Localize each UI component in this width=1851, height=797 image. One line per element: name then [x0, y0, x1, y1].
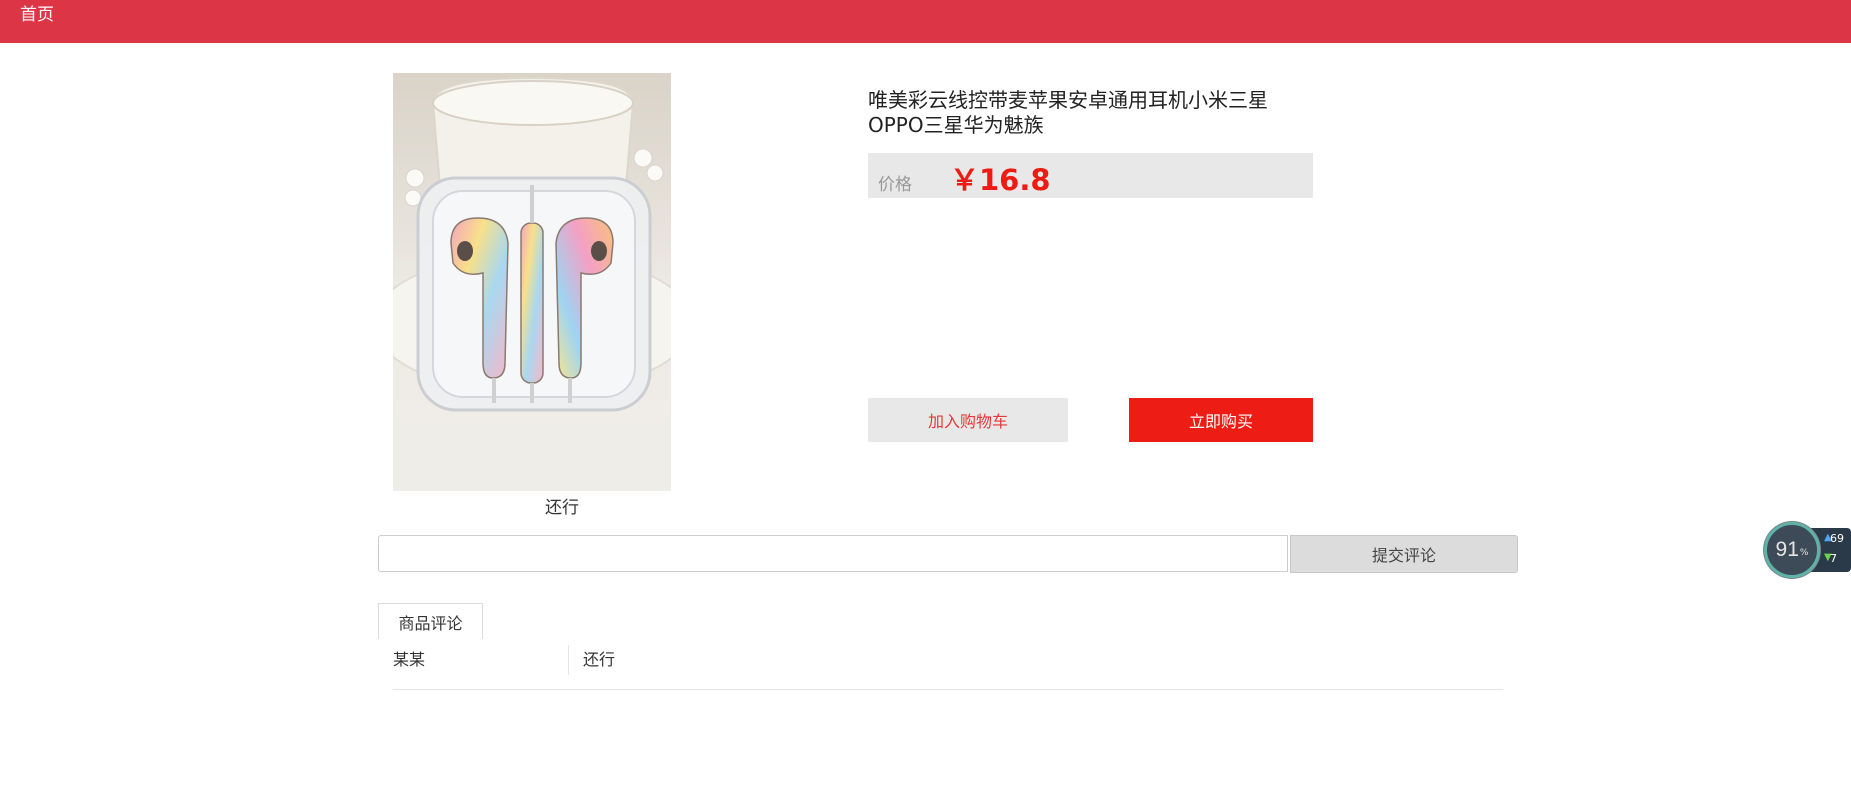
comment-text: 还行 — [583, 650, 616, 669]
price-value: ￥16.8 — [950, 163, 1051, 197]
top-navbar: 首页 — [0, 0, 1851, 43]
comment-user: 某某 — [393, 645, 569, 675]
buy-now-button[interactable]: 立即购买 — [1129, 398, 1313, 442]
tab-product-comments[interactable]: 商品评论 — [378, 603, 483, 639]
home-link[interactable]: 首页 — [20, 5, 54, 25]
price-box: 价格 ￥16.8 — [868, 153, 1313, 198]
product-title-line-2: OPPO三星华为魅族 — [868, 113, 1044, 137]
usage-percent-unit: % — [1799, 548, 1809, 558]
memory-usage-gauge[interactable]: 91% — [1764, 522, 1820, 578]
product-image — [393, 73, 671, 491]
submit-comment-button[interactable]: 提交评论 — [1290, 535, 1518, 573]
add-to-cart-button[interactable]: 加入购物车 — [868, 398, 1068, 442]
network-speed-widget[interactable]: ▲ 69 ▼ 7 91% — [1764, 522, 1851, 578]
comment-input[interactable] — [378, 535, 1288, 572]
product-title: 唯美彩云线控带麦苹果安卓通用耳机小米三星 OPPO三星华为魅族 — [868, 88, 1298, 138]
comment-row: 某某 还行 — [393, 645, 1503, 690]
earphones-product-photo-icon — [393, 73, 671, 491]
download-speed: 7 — [1830, 552, 1837, 565]
image-caption: 还行 — [545, 498, 579, 518]
upload-speed: 69 — [1830, 532, 1844, 545]
price-label: 价格 — [878, 175, 912, 195]
product-title-line-1: 唯美彩云线控带麦苹果安卓通用耳机小米三星 — [868, 88, 1268, 112]
usage-percent: 91 — [1775, 538, 1799, 561]
